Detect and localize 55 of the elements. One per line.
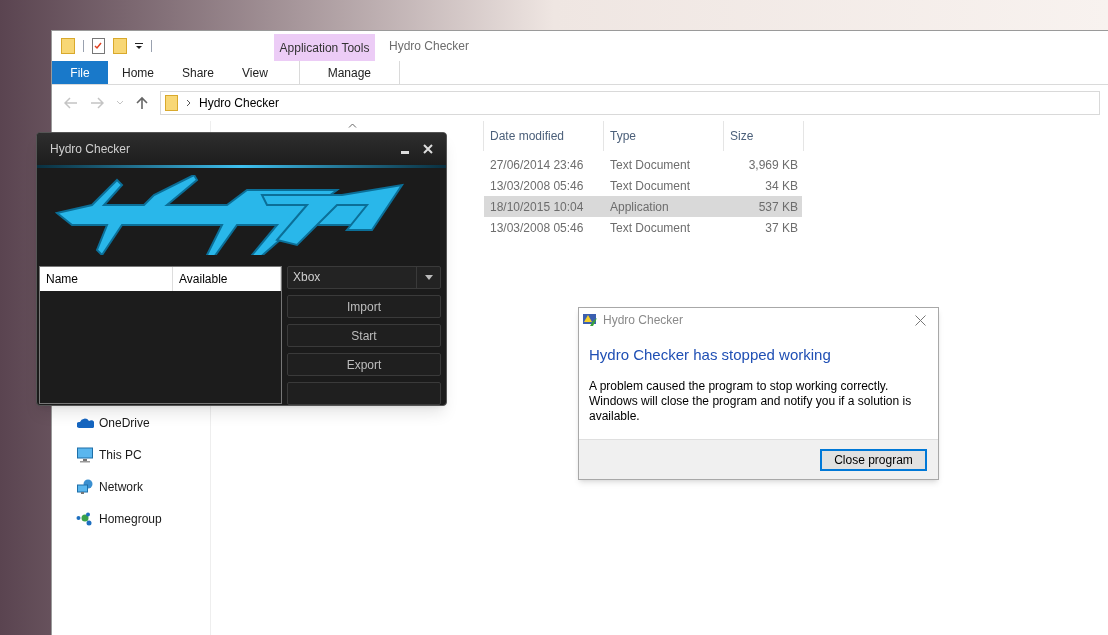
- date-cell-text: 13/03/2008 05:46: [489, 219, 585, 237]
- ribbon-tab[interactable]: Manage: [298, 61, 400, 84]
- file-row[interactable]: 13/03/2008 05:46 Text Document 37 KB: [484, 217, 802, 238]
- address-bar[interactable]: Hydro Checker: [160, 91, 1100, 115]
- column-header[interactable]: Size: [730, 127, 754, 145]
- app-button[interactable]: Export: [287, 353, 441, 376]
- date-cell-text: 18/10/2015 10:04: [489, 198, 585, 216]
- file-row[interactable]: 18/10/2015 10:04 Application 537 KB: [484, 196, 802, 217]
- column-header[interactable]: Name: [40, 267, 173, 291]
- nav-item[interactable]: OneDrive: [99, 414, 150, 432]
- minimize-icon[interactable]: [401, 151, 409, 155]
- network-icon: [77, 479, 93, 495]
- dialog-title: Hydro Checker: [603, 312, 685, 329]
- nav-item[interactable]: Network: [99, 478, 143, 496]
- date-cell-text: 27/06/2014 23:46: [489, 156, 585, 174]
- column-header[interactable]: Available: [173, 267, 281, 291]
- type-cell-text: Text Document: [609, 219, 692, 237]
- address-path: Hydro Checker: [199, 95, 280, 112]
- type-cell-text: Text Document: [609, 156, 692, 174]
- column-header[interactable]: Date modified: [490, 127, 565, 145]
- cloud-icon: [76, 418, 94, 428]
- contextual-tab-group: Application Tools: [274, 34, 375, 61]
- up-arrow-icon[interactable]: [136, 96, 148, 110]
- size-cell-text: 3,969 KB: [747, 156, 798, 174]
- program-warning-icon: [582, 312, 598, 328]
- ribbon-tab[interactable]: Share: [168, 61, 229, 84]
- close-program-button[interactable]: Close program: [820, 448, 927, 471]
- window-title: Hydro Checker: [50, 140, 132, 158]
- ribbon-tab[interactable]: Home: [108, 61, 168, 84]
- dropdown-arrow-icon[interactable]: [135, 42, 143, 50]
- chevron-right-icon: [186, 99, 191, 107]
- type-cell-text: Text Document: [609, 177, 692, 195]
- checklist-icon[interactable]: [92, 38, 105, 54]
- size-cell-text: 34 KB: [764, 177, 798, 195]
- size-cell-text: 537 KB: [757, 198, 798, 216]
- app-button[interactable]: Start: [287, 324, 441, 347]
- folder-icon: [165, 95, 178, 111]
- caret-icon: [424, 275, 433, 280]
- column-header[interactable]: Type: [610, 127, 636, 145]
- file-row[interactable]: 27/06/2014 23:46 Text Document 3,969 KB: [484, 154, 802, 175]
- ribbon-tab[interactable]: File: [52, 61, 108, 84]
- error-message: A problem caused the program to stop working correctly. Windows will close the program and notify you if a solution is available.: [588, 377, 913, 424]
- ribbon-tab[interactable]: View: [228, 61, 282, 84]
- error-heading: Hydro Checker has stopped working: [588, 345, 832, 365]
- file-row[interactable]: 13/03/2008 05:46 Text Document 34 KB: [484, 175, 802, 196]
- platform-dropdown[interactable]: Xbox: [287, 266, 441, 289]
- homegroup-icon: [76, 512, 94, 526]
- nav-item[interactable]: This PC: [99, 446, 142, 464]
- window-title: Hydro Checker: [389, 38, 470, 55]
- type-cell-text: Application: [609, 198, 670, 216]
- computer-icon: [77, 447, 93, 463]
- date-cell-text: 13/03/2008 05:46: [489, 177, 585, 195]
- app-button[interactable]: Import: [287, 295, 441, 318]
- nav-item[interactable]: Homegroup: [99, 510, 162, 528]
- size-cell-text: 37 KB: [764, 219, 798, 237]
